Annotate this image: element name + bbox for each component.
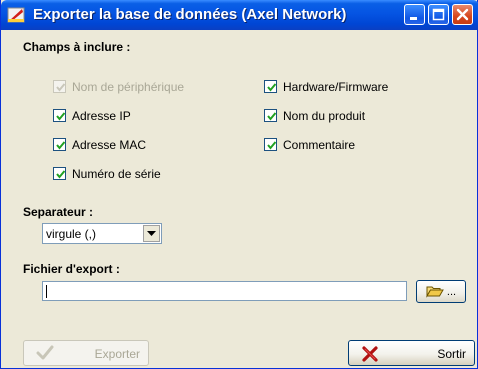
checkbox-box (53, 80, 66, 93)
checkbox-box[interactable] (264, 109, 277, 122)
checkbox-mac-address[interactable]: Adresse MAC (53, 137, 146, 152)
checkbox-label: Numéro de série (72, 166, 161, 181)
checkbox-label: Adresse IP (72, 108, 131, 123)
export-button-label: Exporter (94, 347, 140, 361)
app-icon (7, 6, 25, 24)
checkbox-box[interactable] (53, 109, 66, 122)
checkbox-label: Commentaire (283, 137, 356, 152)
checkbox-ip-address[interactable]: Adresse IP (53, 108, 131, 123)
export-file-input[interactable] (42, 281, 407, 301)
checkbox-product-name[interactable]: Nom du produit (264, 108, 365, 123)
export-dialog: Exporter la base de données (Axel Networ… (0, 0, 478, 369)
checkbox-comment[interactable]: Commentaire (264, 137, 355, 152)
checkbox-hardware-firmware[interactable]: Hardware/Firmware (264, 79, 388, 94)
title-bar[interactable]: Exporter la base de données (Axel Networ… (1, 0, 478, 30)
checkbox-box[interactable] (53, 167, 66, 180)
checkmark-icon (56, 141, 66, 150)
dropdown-button[interactable] (143, 225, 160, 242)
checkbox-label: Nom du produit (283, 108, 366, 123)
text-caret (46, 285, 47, 298)
checkbox-box[interactable] (53, 138, 66, 151)
maximize-button[interactable] (428, 4, 449, 25)
checkbox-box[interactable] (264, 138, 277, 151)
browse-label: ... (446, 285, 457, 298)
checkbox-device-name: Nom de périphérique (53, 79, 184, 94)
checkbox-serial-number[interactable]: Numéro de série (53, 166, 161, 181)
checkbox-box[interactable] (264, 80, 277, 93)
checkmark-icon (56, 170, 66, 179)
separator-selected-value: virgule (,) (46, 226, 97, 241)
chevron-down-icon (147, 231, 156, 236)
maximize-icon (432, 8, 445, 21)
export-file-label: Fichier d'export : (23, 262, 120, 276)
minimize-button[interactable] (404, 4, 425, 25)
window-title: Exporter la base de données (Axel Networ… (33, 6, 347, 23)
folder-open-icon (426, 286, 444, 298)
browse-button[interactable]: ... (416, 280, 466, 303)
exit-button[interactable]: Sortir (348, 340, 475, 366)
checkbox-label: Adresse MAC (72, 137, 147, 152)
checkbox-label: Nom de périphérique (72, 79, 185, 94)
checkmark-icon (36, 345, 54, 364)
checkmark-icon (267, 83, 277, 92)
separator-select[interactable]: virgule (,) (42, 223, 162, 244)
checkmark-icon (267, 141, 277, 150)
checkmark-icon (267, 112, 277, 121)
close-button[interactable] (452, 4, 473, 25)
fields-group-label: Champs à inclure : (23, 40, 131, 54)
export-button[interactable]: Exporter (23, 340, 149, 366)
checkmark-icon (56, 112, 66, 121)
checkbox-label: Hardware/Firmware (283, 79, 389, 94)
red-x-icon (361, 345, 379, 366)
exit-button-label: Sortir (437, 347, 466, 361)
close-icon (456, 8, 469, 21)
minimize-icon (410, 17, 417, 20)
separator-label: Separateur : (23, 205, 94, 219)
checkmark-icon (56, 83, 66, 92)
